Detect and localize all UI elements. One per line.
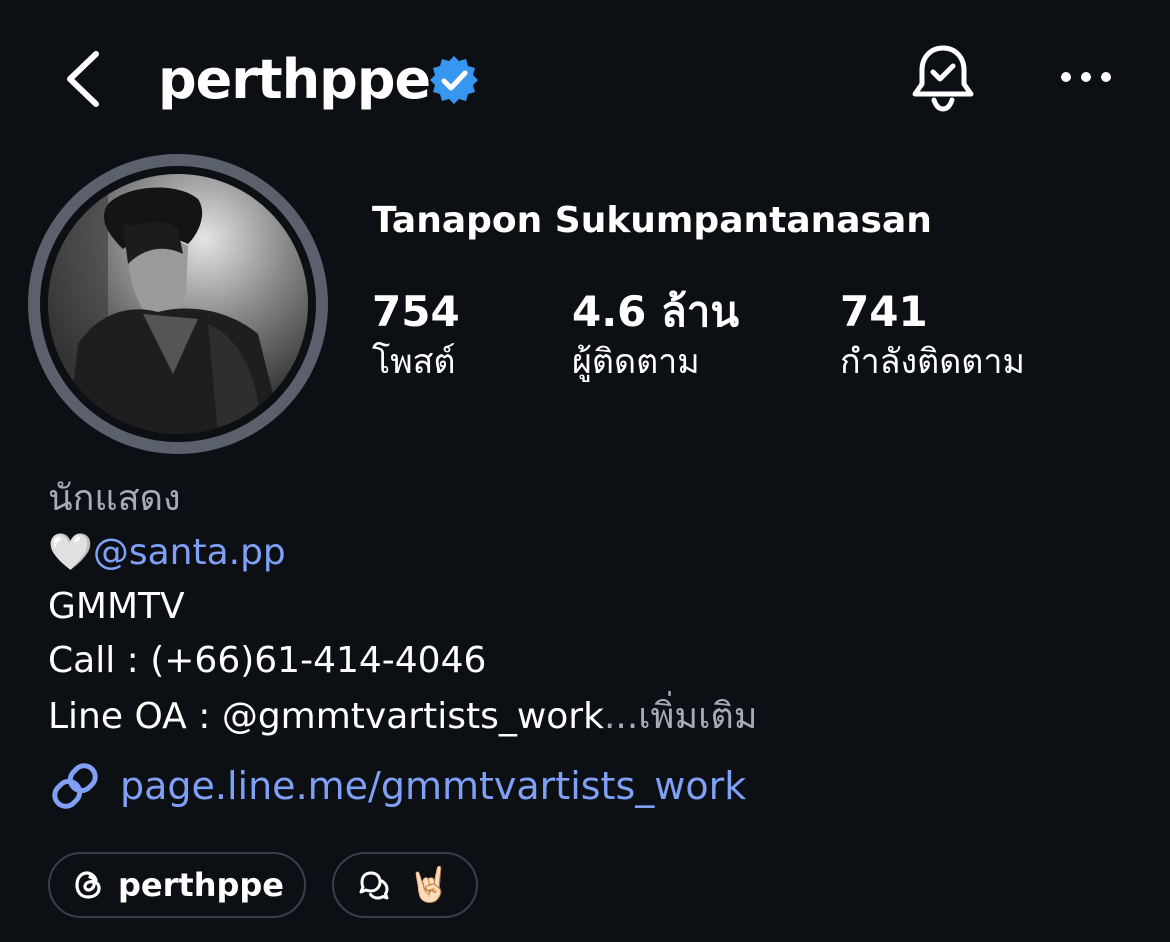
more-dots-icon <box>1061 72 1111 82</box>
verified-badge-icon <box>428 54 480 106</box>
bio-line-lineoa: Line OA : @gmmtvartists_work...เพิ่มเติม <box>48 692 757 742</box>
stat-posts-count: 754 <box>372 287 460 336</box>
bio-line-mention: 🤍@santa.pp <box>48 528 286 578</box>
avatar[interactable] <box>28 154 328 454</box>
profile-handle: perthppe <box>158 48 431 111</box>
full-name: Tanapon Sukumpantanasan <box>372 200 932 241</box>
chat-bubbles-icon <box>359 871 389 900</box>
chevron-left-icon <box>67 51 99 107</box>
bio-category: นักแสดง <box>48 478 181 519</box>
stat-followers-count: 4.6 ล้าน <box>572 287 740 336</box>
bio-lineoa-text: Line OA : @gmmtvartists_work <box>48 696 604 737</box>
rock-hand-emoji: 🤘🏻 <box>408 865 451 905</box>
external-link[interactable]: page.line.me/gmmtvartists_work <box>120 760 746 812</box>
profile-photo <box>48 174 308 434</box>
threads-note-chip[interactable]: 🤘🏻 <box>332 852 478 918</box>
threads-handle: perthppe <box>118 866 284 904</box>
stat-followers-label: ผู้ติดตาม <box>572 342 700 382</box>
stat-following[interactable]: 741 กำลังติดตาม <box>840 286 1025 386</box>
notification-bell-button[interactable] <box>908 42 978 114</box>
bio-ellipsis: ... <box>603 696 639 737</box>
see-more-link[interactable]: เพิ่มเติม <box>638 696 757 737</box>
mention-link[interactable]: @santa.pp <box>93 532 286 573</box>
stat-posts-label: โพสต์ <box>372 342 456 382</box>
bio-line-gmmtv: GMMTV <box>48 586 185 627</box>
threads-profile-chip[interactable]: perthppe <box>48 852 306 918</box>
stat-following-label: กำลังติดตาม <box>840 342 1025 382</box>
white-heart-emoji: 🤍 <box>48 532 93 573</box>
back-button[interactable] <box>58 46 114 112</box>
link-icon <box>48 760 102 812</box>
threads-icon <box>75 871 101 899</box>
stat-following-count: 741 <box>840 287 928 336</box>
more-options-button[interactable] <box>1058 62 1114 92</box>
stat-followers[interactable]: 4.6 ล้าน ผู้ติดตาม <box>572 286 739 386</box>
stat-posts[interactable]: 754 โพสต์ <box>372 286 460 386</box>
bio-line-call: Call : (+66)61-414-4046 <box>48 640 487 681</box>
bell-check-icon <box>912 45 974 112</box>
